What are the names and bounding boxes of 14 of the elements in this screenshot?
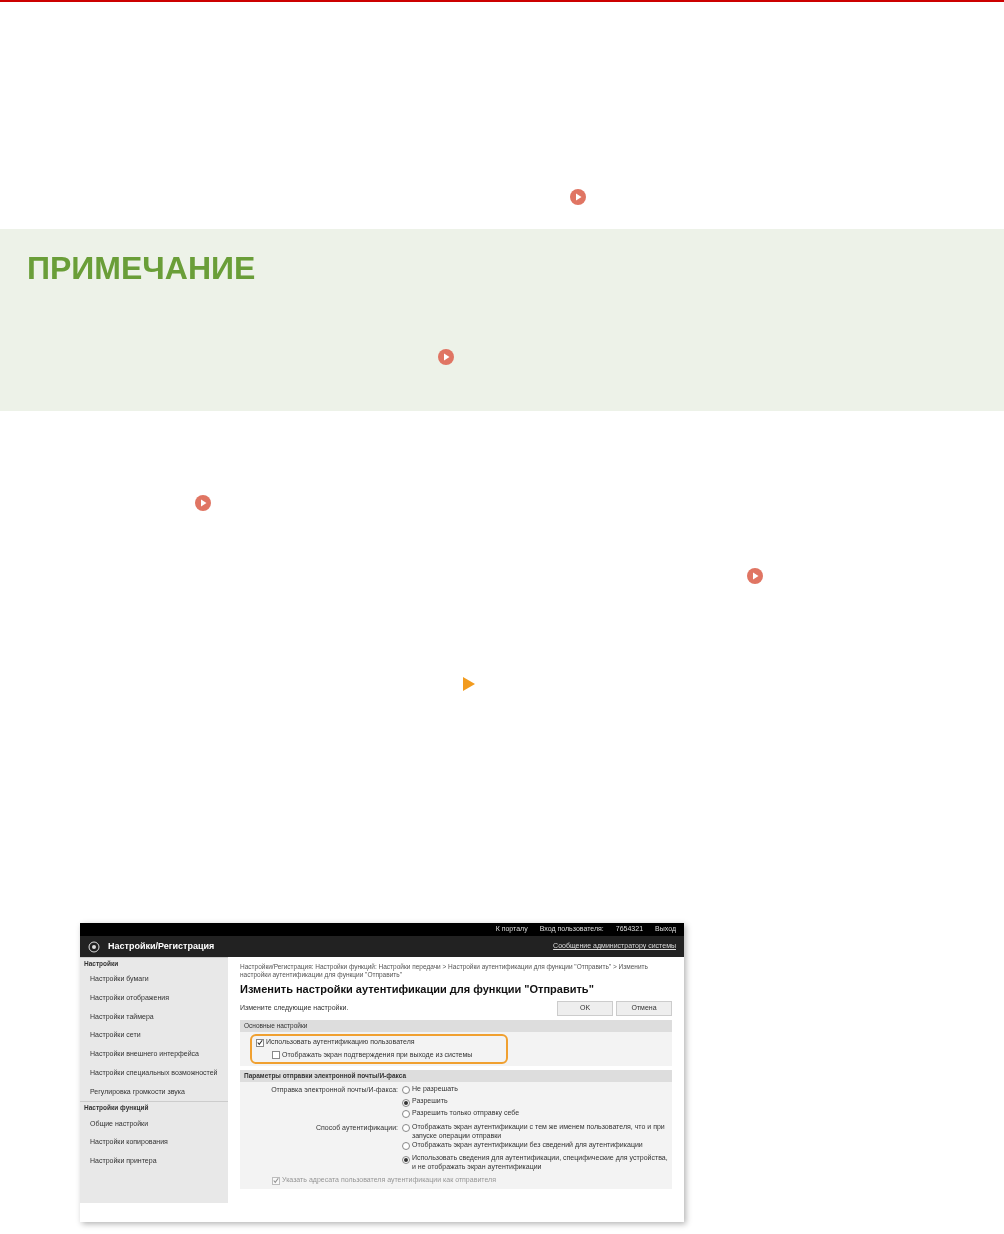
page-title: Изменить настройки аутентификации для функции "Отправить" [240, 983, 595, 997]
radio-button[interactable] [402, 1085, 410, 1094]
checkbox[interactable] [256, 1038, 264, 1047]
checkbox[interactable] [272, 1051, 280, 1060]
radio-button[interactable] [402, 1123, 410, 1132]
radio-button[interactable] [402, 1155, 410, 1164]
arrow-icon [463, 677, 475, 691]
checkbox[interactable] [272, 1176, 280, 1185]
radio-button[interactable] [402, 1109, 410, 1118]
radio-button[interactable] [402, 1142, 410, 1151]
header-title: Настройки/Регистрация [108, 940, 215, 953]
radio-button[interactable] [402, 1099, 410, 1108]
settings-icon [88, 940, 100, 953]
note-heading: ПРИМЕЧАНИЕ [27, 252, 257, 284]
